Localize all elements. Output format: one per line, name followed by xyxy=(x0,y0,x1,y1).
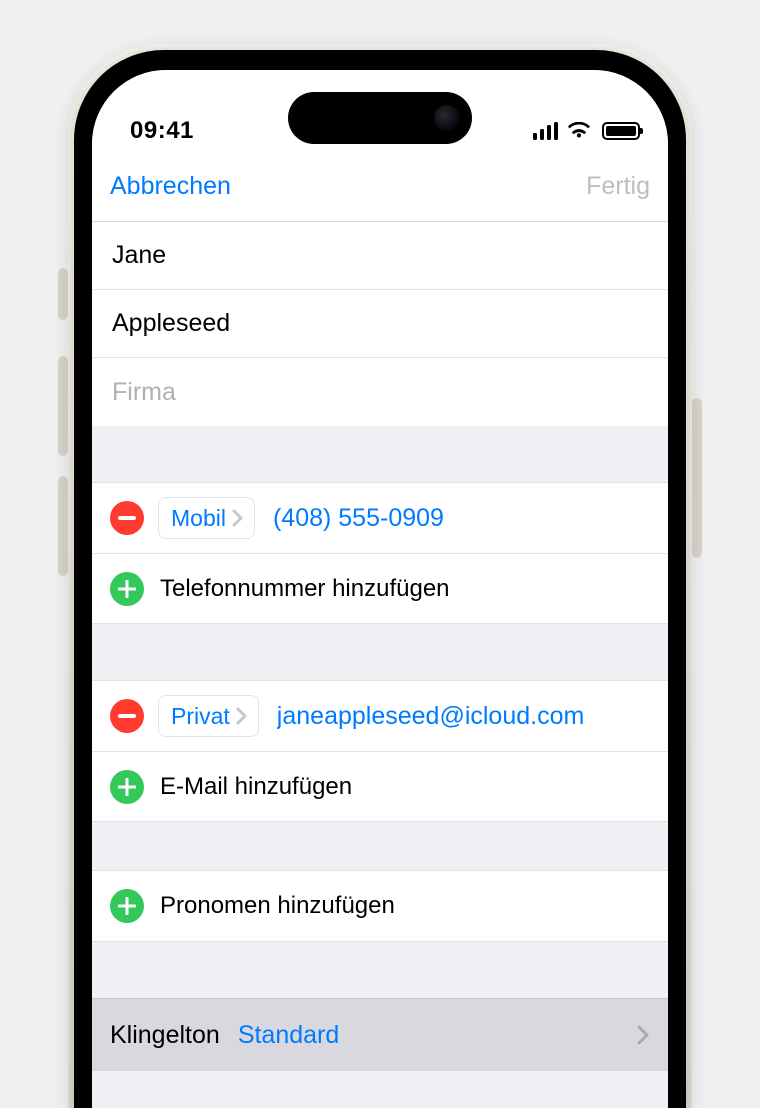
phone-entry-row[interactable]: Mobil (408) 555-0909 xyxy=(92,483,668,553)
phone-volume-up xyxy=(58,356,68,456)
company-row[interactable] xyxy=(92,358,668,426)
email-value[interactable]: janeappleseed@icloud.com xyxy=(277,702,585,731)
ringtone-key: Klingelton xyxy=(110,1021,220,1050)
add-pronouns-label: Pronomen hinzufügen xyxy=(160,892,395,920)
phone-power-button xyxy=(692,398,702,558)
add-pronouns-row[interactable]: Pronomen hinzufügen xyxy=(92,871,668,941)
add-phone-icon[interactable] xyxy=(110,572,144,606)
done-button[interactable]: Fertig xyxy=(586,172,650,201)
company-input[interactable] xyxy=(112,378,648,407)
first-name-row[interactable] xyxy=(92,222,668,290)
phone-type-label: Mobil xyxy=(171,505,226,532)
name-fields-group xyxy=(92,222,668,426)
ringtone-value: Standard xyxy=(238,1021,339,1050)
add-phone-label: Telefonnummer hinzufügen xyxy=(160,575,450,603)
add-email-icon[interactable] xyxy=(110,770,144,804)
phone-silence-switch xyxy=(58,268,68,320)
first-name-input[interactable] xyxy=(112,241,648,270)
last-name-row[interactable] xyxy=(92,290,668,358)
add-email-row[interactable]: E-Mail hinzufügen xyxy=(92,751,668,821)
add-phone-row[interactable]: Telefonnummer hinzufügen xyxy=(92,553,668,623)
status-time: 09:41 xyxy=(130,117,194,145)
ringtone-group: Klingelton Standard xyxy=(92,998,668,1071)
email-group: Privat janeappleseed@icloud.com E-Mail h… xyxy=(92,680,668,822)
delete-phone-icon[interactable] xyxy=(110,501,144,535)
last-name-input[interactable] xyxy=(112,309,648,338)
phone-value[interactable]: (408) 555-0909 xyxy=(273,504,444,533)
chevron-right-icon xyxy=(232,509,244,527)
add-email-label: E-Mail hinzufügen xyxy=(160,773,352,801)
phone-type-picker[interactable]: Mobil xyxy=(158,497,255,539)
battery-icon xyxy=(602,122,640,140)
ringtone-row[interactable]: Klingelton Standard xyxy=(92,999,668,1071)
add-pronouns-icon[interactable] xyxy=(110,889,144,923)
email-entry-row[interactable]: Privat janeappleseed@icloud.com xyxy=(92,681,668,751)
phone-volume-down xyxy=(58,476,68,576)
chevron-right-icon xyxy=(636,1024,650,1046)
navigation-bar: Abbrechen Fertig xyxy=(92,160,668,222)
delete-email-icon[interactable] xyxy=(110,699,144,733)
dynamic-island xyxy=(288,92,472,144)
chevron-right-icon xyxy=(236,707,248,725)
email-type-picker[interactable]: Privat xyxy=(158,695,259,737)
pronouns-group: Pronomen hinzufügen xyxy=(92,870,668,942)
cellular-icon xyxy=(533,122,559,140)
email-type-label: Privat xyxy=(171,703,230,730)
phone-group: Mobil (408) 555-0909 Telefonnummer hinzu… xyxy=(92,482,668,624)
wifi-icon xyxy=(567,122,593,140)
cancel-button[interactable]: Abbrechen xyxy=(110,172,231,201)
